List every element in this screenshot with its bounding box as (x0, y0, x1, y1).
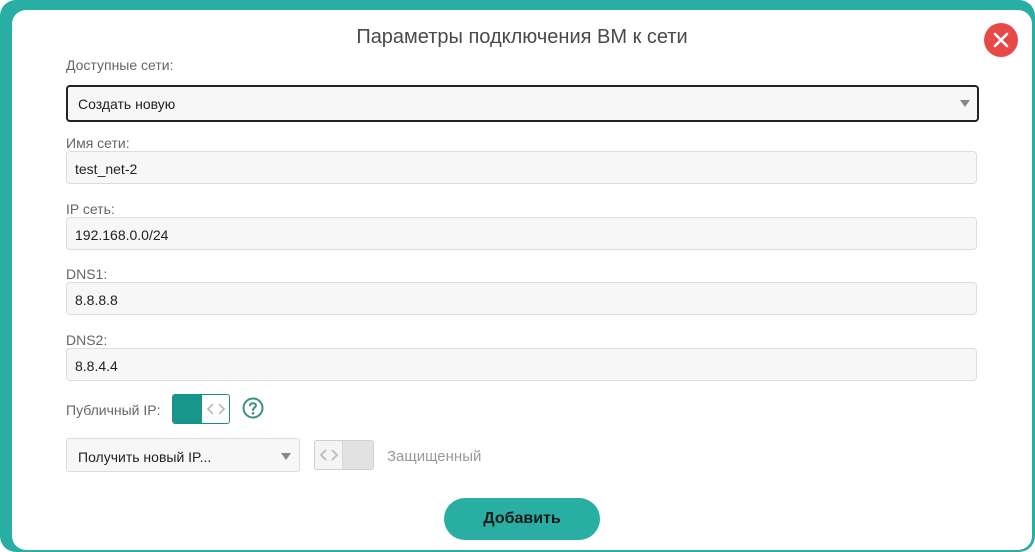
dns2-value: 8.8.4.4 (75, 358, 118, 374)
network-name-field[interactable]: test_net-2 (66, 151, 977, 184)
ip-select[interactable]: Получить новый IP... (66, 438, 300, 472)
add-button[interactable]: Добавить (444, 498, 600, 540)
close-button[interactable] (984, 23, 1018, 57)
ip-network-field[interactable]: 192.168.0.0/24 (66, 217, 977, 250)
chevron-down-icon (281, 453, 291, 460)
toggle-knob (315, 441, 343, 469)
dialog-title: Параметры подключения ВМ к сети (356, 26, 688, 48)
network-name-value: test_net-2 (75, 161, 138, 177)
ip-network-value: 192.168.0.0/24 (75, 227, 169, 243)
ip-network-label: IP сеть: (66, 201, 115, 217)
protected-toggle[interactable] (314, 440, 374, 470)
toggle-knob (202, 395, 229, 423)
dns1-label: DNS1: (66, 266, 108, 282)
available-networks-select[interactable]: Создать новую (66, 85, 979, 122)
available-networks-label: Доступные сети: (66, 57, 174, 73)
dns2-field[interactable]: 8.8.4.4 (66, 348, 977, 381)
toggle-on-fill (173, 395, 202, 423)
dns1-value: 8.8.8.8 (75, 292, 118, 308)
chevron-down-icon (960, 100, 970, 107)
dns1-field[interactable]: 8.8.8.8 (66, 282, 977, 315)
protected-label: Защищенный (387, 448, 482, 465)
available-networks-value: Создать новую (78, 96, 176, 112)
question-circle-icon[interactable] (242, 397, 264, 419)
dns2-label: DNS2: (66, 332, 108, 348)
code-arrows-icon (206, 403, 225, 415)
network-name-label: Имя сети: (66, 135, 130, 151)
close-icon (993, 32, 1009, 48)
code-arrows-icon (319, 449, 338, 461)
public-ip-toggle[interactable] (172, 394, 230, 424)
public-ip-label: Публичный IP: (66, 402, 161, 418)
ip-select-value: Получить новый IP... (78, 449, 212, 465)
